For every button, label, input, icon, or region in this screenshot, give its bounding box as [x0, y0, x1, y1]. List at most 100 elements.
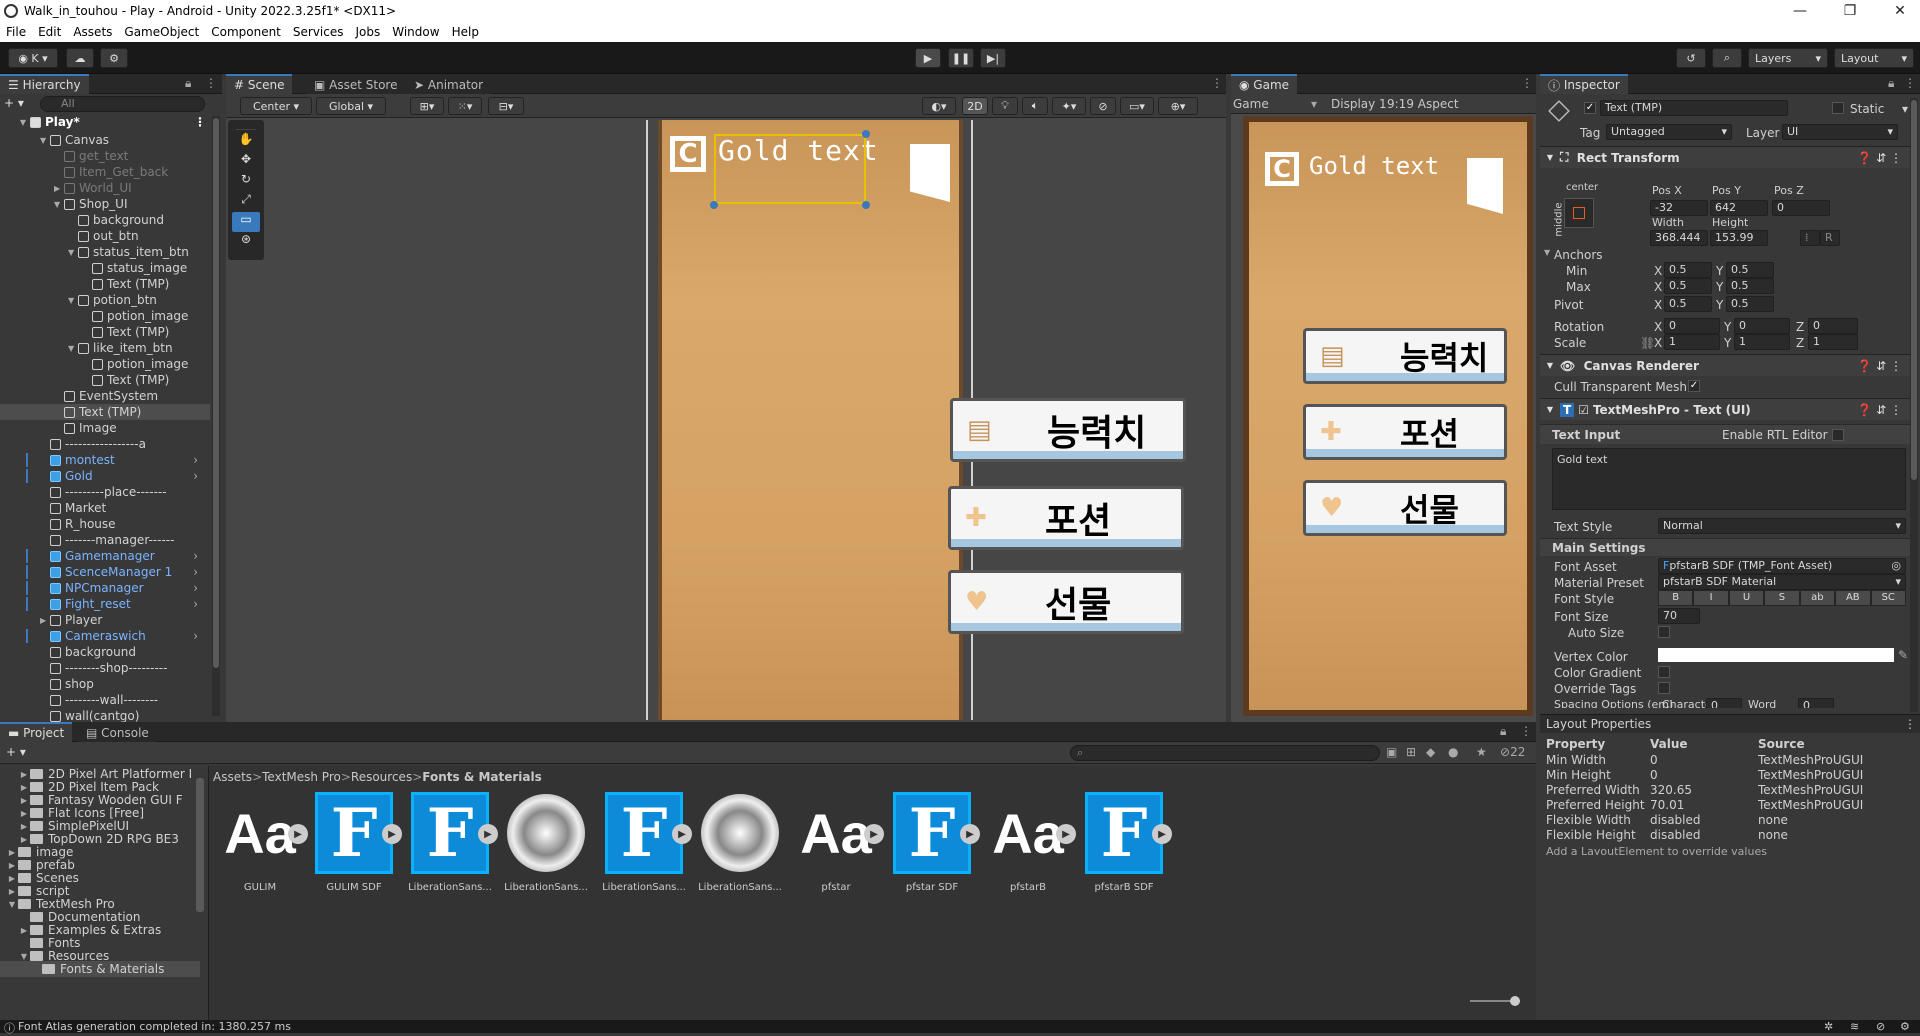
- camera-icon[interactable]: ▭▾: [1120, 97, 1154, 115]
- game-gift-btn[interactable]: ♥ 선물: [1303, 480, 1507, 536]
- lock-icon[interactable]: 🔒︎: [1888, 76, 1894, 91]
- menu-window[interactable]: Window: [386, 25, 445, 39]
- expand-play-icon[interactable]: ▶: [288, 824, 308, 844]
- move-tool-icon[interactable]: ✥: [228, 152, 264, 172]
- asset-item[interactable]: Aa ▶ pfstar: [794, 792, 884, 912]
- expand-arrow-icon[interactable]: ▼: [68, 344, 78, 353]
- chevron-right-icon[interactable]: ›: [193, 549, 198, 563]
- 2d-toggle[interactable]: 2D: [962, 97, 988, 115]
- hierarchy-item[interactable]: -----------------a: [0, 436, 210, 452]
- hierarchy-item[interactable]: Cameraswich ›: [0, 628, 210, 644]
- expand-arrow-icon[interactable]: ▼: [40, 136, 50, 145]
- hierarchy-item[interactable]: montest ›: [0, 452, 210, 468]
- menu-edit[interactable]: Edit: [32, 25, 67, 39]
- game-potion-btn[interactable]: ✚ 포션: [1303, 404, 1507, 460]
- play-button[interactable]: ▶: [915, 48, 941, 68]
- layout-dropdown[interactable]: Layout ▾: [1834, 48, 1914, 68]
- collab-icon[interactable]: ⚙: [100, 48, 128, 68]
- expand-arrow-icon[interactable]: ▶: [54, 184, 64, 193]
- chevron-right-icon[interactable]: ›: [193, 453, 198, 467]
- audio-icon[interactable]: 🔈︎: [1022, 97, 1048, 115]
- pivot-y[interactable]: 0.5: [1726, 296, 1774, 312]
- menu-help[interactable]: Help: [446, 25, 485, 39]
- rect-handle[interactable]: [862, 201, 870, 209]
- text-input-area[interactable]: Gold text: [1552, 448, 1906, 510]
- vertex-color-swatch[interactable]: [1658, 648, 1894, 662]
- blueprint-button[interactable]: ⁞: [1800, 230, 1820, 246]
- expand-play-icon[interactable]: ▶: [960, 824, 980, 844]
- scale-tool-icon[interactable]: ⤢: [228, 192, 264, 212]
- hierarchy-item[interactable]: Market: [0, 500, 210, 516]
- font-style-sc-button[interactable]: SC: [1870, 590, 1906, 606]
- chevron-right-icon[interactable]: ›: [193, 469, 198, 483]
- menu-file[interactable]: File: [0, 25, 32, 39]
- minimize-icon[interactable]: —: [1780, 0, 1820, 22]
- character-spacing-field[interactable]: 0: [1706, 698, 1742, 708]
- more-menu-icon[interactable]: ⋮: [1520, 724, 1532, 738]
- more-menu-icon[interactable]: ⋮: [194, 115, 206, 129]
- expand-play-icon[interactable]: ▶: [1152, 824, 1172, 844]
- pivot-center-dropdown[interactable]: Center ▾: [240, 97, 312, 115]
- anchor-max-y[interactable]: 0.5: [1726, 278, 1774, 294]
- hierarchy-item[interactable]: EventSystem: [0, 388, 210, 404]
- scale-y[interactable]: 1: [1734, 334, 1790, 350]
- rotation-x[interactable]: 0: [1664, 318, 1720, 334]
- pause-button[interactable]: ❚❚: [948, 48, 974, 68]
- chevron-down-icon[interactable]: ▾: [1902, 102, 1908, 116]
- breadcrumb-item[interactable]: Resources: [351, 770, 412, 786]
- auto-size-checkbox[interactable]: [1658, 626, 1670, 638]
- gear-icon[interactable]: ⚙: [1900, 1020, 1910, 1033]
- label-filter-icon[interactable]: ◆: [1426, 745, 1435, 759]
- hierarchy-item[interactable]: Item_Get_back: [0, 164, 210, 180]
- hierarchy-item[interactable]: get_text: [0, 148, 210, 164]
- rotation-z[interactable]: 0: [1808, 318, 1858, 334]
- hidden-count-icon[interactable]: ⊘22: [1500, 745, 1525, 759]
- font-asset-field[interactable]: FpfstarB SDF (TMP_Font Asset) ◎: [1658, 558, 1906, 574]
- debug-icon[interactable]: ✲: [1824, 1020, 1833, 1033]
- breadcrumb-item[interactable]: Fonts & Materials: [422, 770, 542, 786]
- hierarchy-item[interactable]: potion_image: [0, 356, 210, 372]
- link-icon[interactable]: ⛓: [1640, 336, 1655, 350]
- menu-assets[interactable]: Assets: [67, 25, 118, 39]
- layers-dropdown[interactable]: Layers ▾: [1748, 48, 1828, 68]
- tab-inspector[interactable]: ⓘ Inspector: [1540, 74, 1628, 94]
- game-mode-dropdown[interactable]: Game: [1233, 97, 1269, 111]
- snap-increment-icon[interactable]: ⁙▾: [448, 97, 482, 115]
- tab-project[interactable]: ▬ Project: [0, 722, 73, 742]
- more-menu-icon[interactable]: ⋮: [205, 76, 217, 90]
- hand-tool-icon[interactable]: ✋: [228, 132, 264, 152]
- hierarchy-item[interactable]: Gamemanager ›: [0, 548, 210, 564]
- font-style-b-button[interactable]: B: [1658, 590, 1694, 606]
- potion-btn[interactable]: ✚ 포션: [948, 486, 1184, 550]
- asset-item[interactable]: F ▶ GULIM SDF: [312, 792, 402, 912]
- breadcrumb-item[interactable]: TextMesh Pro: [262, 770, 341, 786]
- hierarchy-item[interactable]: Image: [0, 420, 210, 436]
- scale-x[interactable]: 1: [1664, 334, 1720, 350]
- lighting-icon[interactable]: 💡︎: [992, 97, 1018, 115]
- project-folder-item[interactable]: Fonts & Materials: [0, 961, 200, 977]
- tab-game[interactable]: ◉ Game: [1231, 74, 1298, 94]
- project-search-input[interactable]: ⌕: [1070, 745, 1380, 761]
- maximize-icon[interactable]: ❐: [1830, 0, 1870, 22]
- color-gradient-checkbox[interactable]: [1658, 666, 1670, 678]
- hierarchy-item[interactable]: ScenceManager 1 ›: [0, 564, 210, 580]
- asset-item[interactable]: F ▶ pfstar SDF: [890, 792, 980, 912]
- anchor-min-y[interactable]: 0.5: [1726, 262, 1774, 278]
- hierarchy-item[interactable]: potion_image: [0, 308, 210, 324]
- hierarchy-item[interactable]: -------manager------: [0, 532, 210, 548]
- breadcrumb-item[interactable]: Assets: [213, 770, 252, 786]
- hierarchy-item[interactable]: NPCmanager ›: [0, 580, 210, 596]
- active-checkbox[interactable]: ✓: [1584, 102, 1596, 114]
- menu-jobs[interactable]: Jobs: [350, 25, 387, 39]
- word-spacing-field[interactable]: 0: [1798, 698, 1834, 708]
- object-name-field[interactable]: Text (TMP): [1600, 100, 1788, 116]
- expand-play-icon[interactable]: ▶: [478, 824, 498, 844]
- expand-arrow-icon[interactable]: ▼: [68, 248, 78, 257]
- type-filter-icon[interactable]: ⊞: [1406, 745, 1416, 759]
- zoom-slider[interactable]: [1470, 996, 1520, 1006]
- shading-mode-icon[interactable]: ◐▾: [922, 97, 956, 115]
- material-preset-dropdown[interactable]: pfstarB SDF Material ▾: [1658, 574, 1906, 590]
- hierarchy-item[interactable]: ---------place-------: [0, 484, 210, 500]
- enabled-checkbox[interactable]: ☑: [1578, 403, 1589, 417]
- history-icon[interactable]: ↺: [1676, 48, 1706, 68]
